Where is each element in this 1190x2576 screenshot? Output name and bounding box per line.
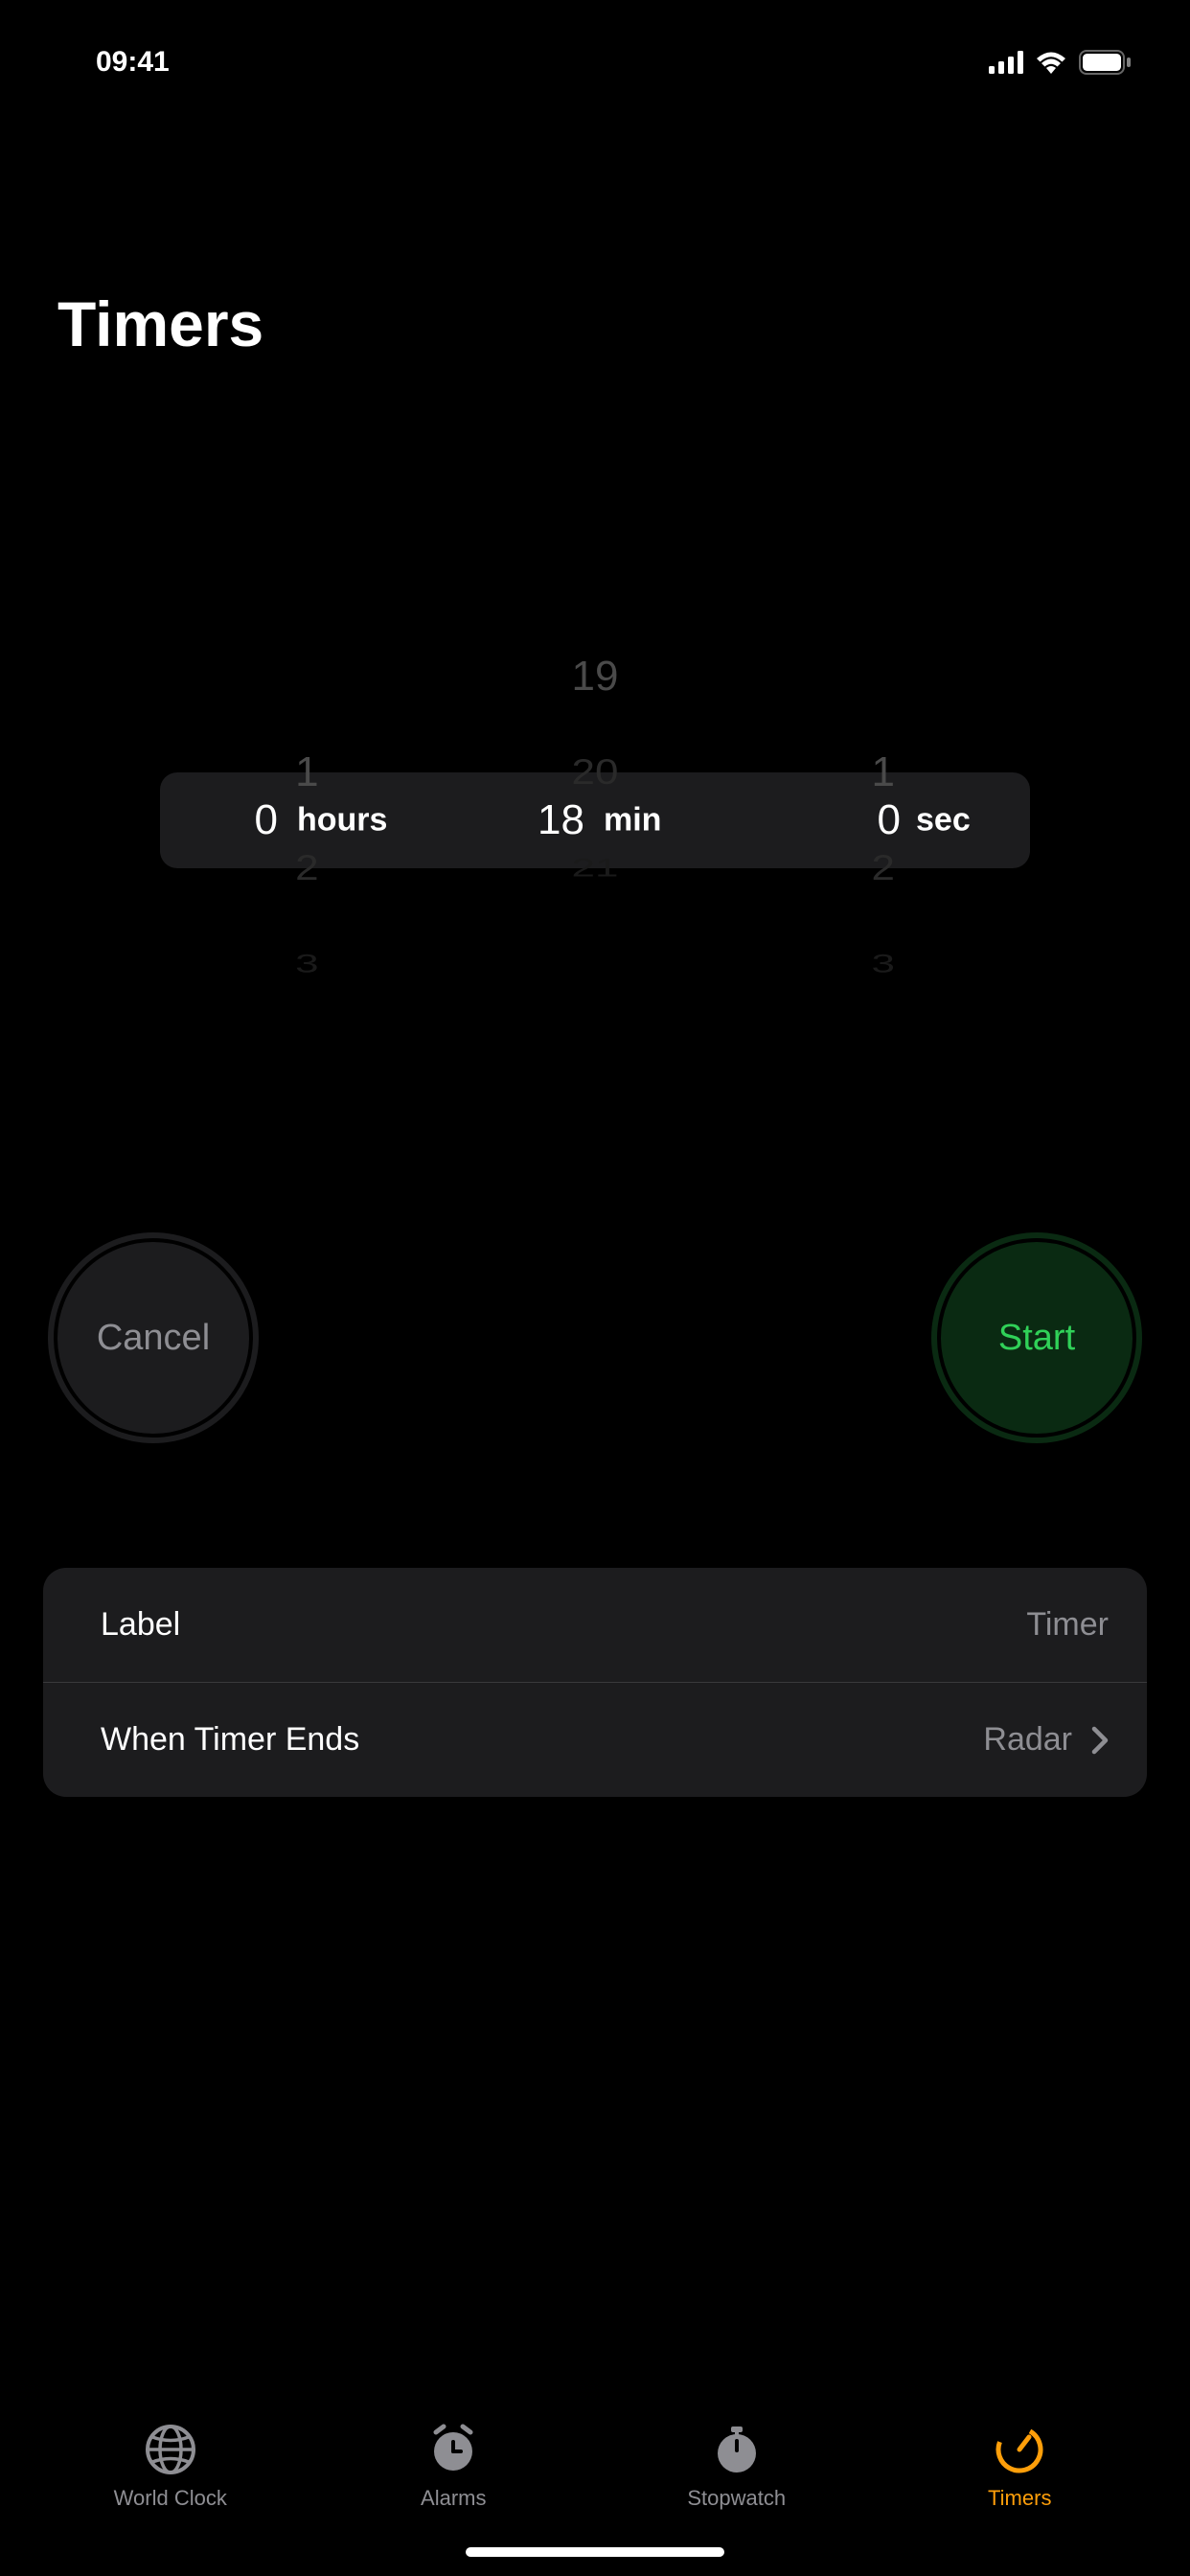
cancel-button-label: Cancel — [97, 1318, 210, 1359]
cellular-icon — [989, 51, 1023, 74]
tab-alarms[interactable]: Alarms — [312, 2423, 596, 2518]
picker-option: 20 — [451, 732, 740, 814]
picker-min-unit: min — [604, 802, 661, 840]
picker-hours-value: 0 — [220, 796, 278, 844]
label-value: Timer — [1026, 1606, 1109, 1644]
settings-card: Label Timer When Timer Ends Radar — [43, 1568, 1147, 1797]
picker-option: 3 — [163, 935, 451, 993]
tab-stopwatch[interactable]: Stopwatch — [595, 2423, 879, 2518]
time-picker[interactable]: 0 hours 18 min 0 sec 1 2 3 14 15 16 17 1… — [0, 504, 1190, 1137]
chevron-right-icon — [1091, 1726, 1109, 1755]
globe-icon — [144, 2423, 197, 2476]
tab-label: Stopwatch — [687, 2486, 786, 2511]
tab-world-clock[interactable]: World Clock — [29, 2423, 312, 2518]
home-indicator[interactable] — [466, 2547, 724, 2557]
picker-option: 21 — [451, 840, 740, 897]
battery-icon — [1079, 50, 1133, 75]
tab-label: Timers — [988, 2486, 1051, 2511]
status-time: 09:41 — [96, 46, 170, 79]
start-button[interactable]: Start — [931, 1232, 1142, 1443]
label-title: Label — [101, 1606, 180, 1644]
picker-sec-value: 0 — [843, 796, 901, 844]
picker-sec-unit: sec — [916, 802, 971, 840]
start-button-label: Start — [998, 1318, 1075, 1359]
tab-label: World Clock — [114, 2486, 227, 2511]
picker-min-column[interactable]: 14 15 16 17 19 20 21 — [451, 504, 740, 1137]
picker-option: 17 — [451, 504, 740, 533]
label-row[interactable]: Label Timer — [43, 1568, 1147, 1682]
wifi-icon — [1035, 51, 1067, 74]
page-title: Timers — [0, 96, 1190, 360]
status-bar: 09:41 — [0, 0, 1190, 96]
picker-option: 19 — [451, 629, 740, 724]
when-timer-ends-row[interactable]: When Timer Ends Radar — [43, 1682, 1147, 1797]
cancel-button[interactable]: Cancel — [48, 1232, 259, 1443]
picker-hours-unit: hours — [297, 802, 387, 840]
picker-min-value: 18 — [508, 796, 584, 844]
stopwatch-icon — [710, 2423, 764, 2476]
alarm-icon — [426, 2423, 480, 2476]
picker-option: 2 — [163, 828, 451, 909]
timer-icon — [993, 2423, 1046, 2476]
when-ends-value: Radar — [983, 1721, 1072, 1759]
picker-option: 3 — [739, 935, 1027, 993]
tab-timers[interactable]: Timers — [879, 2423, 1162, 2518]
status-icons — [989, 50, 1133, 75]
when-ends-title: When Timer Ends — [101, 1721, 359, 1759]
buttons-row: Cancel Start — [0, 1137, 1190, 1443]
tab-label: Alarms — [421, 2486, 486, 2511]
